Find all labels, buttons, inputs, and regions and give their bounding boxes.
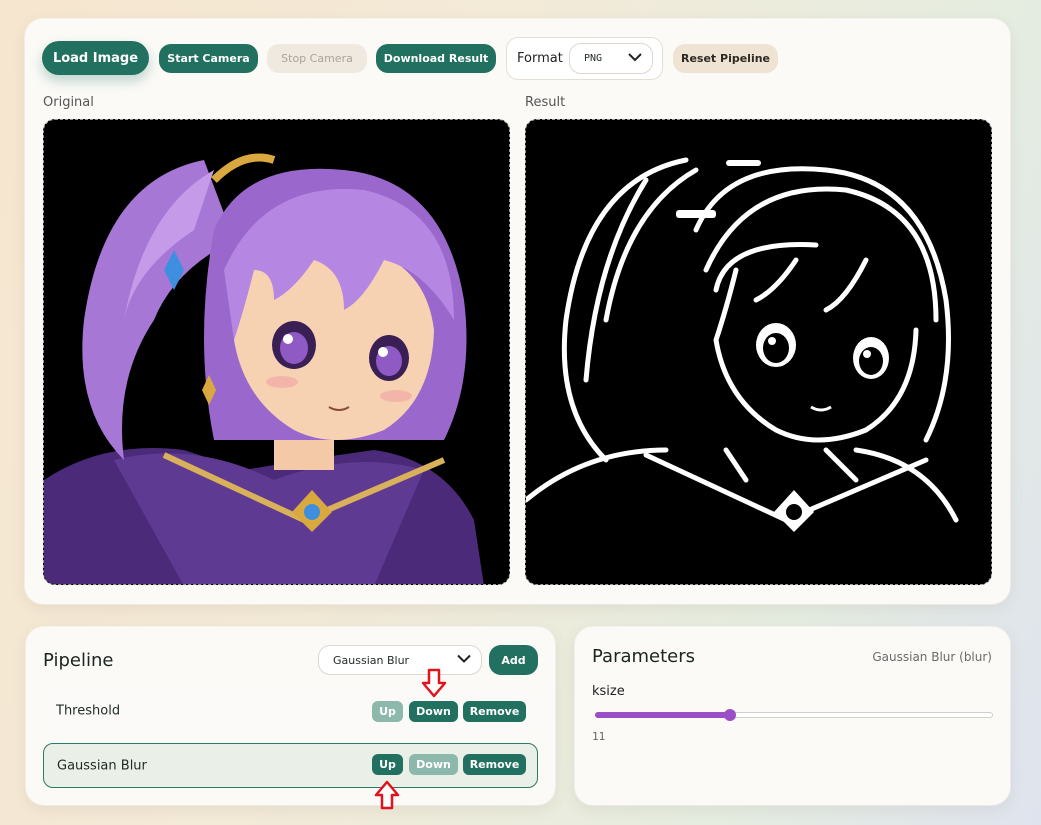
param-name: ksize (592, 684, 625, 699)
pipeline-title: Pipeline (43, 650, 114, 671)
step-name: Threshold (56, 703, 121, 719)
result-label: Result (525, 95, 566, 110)
parameters-selected-step: Gaussian Blur (blur) (872, 650, 992, 664)
add-step-select[interactable]: Gaussian Blur (318, 645, 482, 675)
format-select[interactable]: PNG (569, 43, 653, 74)
step-name: Gaussian Blur (57, 758, 147, 773)
start-camera-button[interactable]: Start Camera (159, 44, 258, 73)
step-up-button[interactable]: Up (372, 701, 403, 722)
step-remove-button[interactable]: Remove (463, 754, 526, 775)
stop-camera-button[interactable]: Stop Camera (267, 44, 367, 73)
step-remove-button[interactable]: Remove (463, 701, 526, 722)
line-art-illustration (526, 120, 991, 584)
arrow-up-icon (374, 779, 400, 814)
chevron-down-icon (457, 654, 471, 667)
format-select-value: PNG (584, 53, 603, 64)
original-label: Original (43, 95, 94, 110)
ksize-slider[interactable] (595, 709, 993, 721)
param-value: 11 (592, 730, 606, 743)
result-image (525, 119, 992, 585)
anime-girl-illustration (44, 120, 509, 584)
add-step-button[interactable]: Add (489, 645, 538, 675)
chevron-down-icon (628, 52, 642, 65)
slider-fill (595, 712, 731, 718)
reset-pipeline-button[interactable]: Reset Pipeline (673, 44, 778, 73)
step-up-button[interactable]: Up (372, 754, 403, 775)
format-label: Format (517, 51, 563, 66)
add-step-select-value: Gaussian Blur (333, 653, 410, 667)
download-result-button[interactable]: Download Result (376, 44, 496, 73)
original-image (43, 119, 510, 585)
arrow-down-icon (421, 668, 447, 703)
step-down-button[interactable]: Down (409, 754, 458, 775)
load-image-button[interactable]: Load Image (42, 41, 149, 75)
parameters-title: Parameters (592, 646, 696, 667)
step-down-button[interactable]: Down (409, 701, 458, 722)
format-group: Format PNG (506, 37, 663, 80)
slider-thumb[interactable] (724, 709, 737, 721)
